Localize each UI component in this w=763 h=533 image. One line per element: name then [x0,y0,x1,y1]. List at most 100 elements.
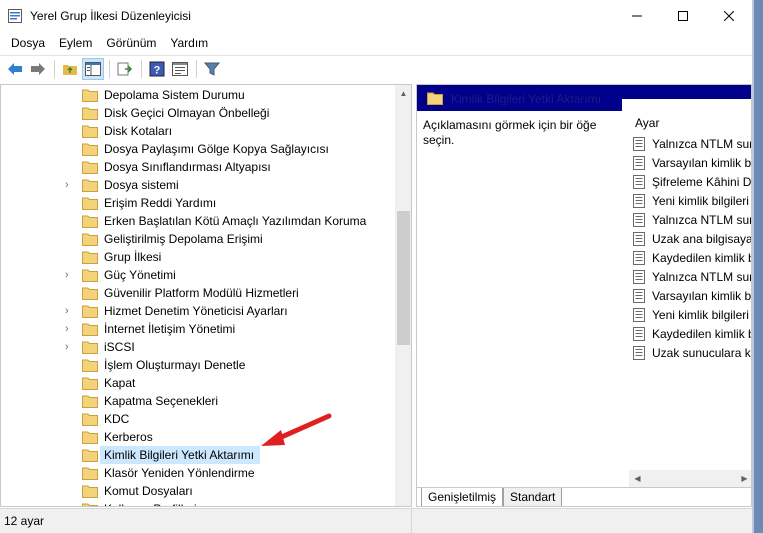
setting-label: Uzak ana bilgisayar [652,232,752,246]
tree-item[interactable]: › Dosya sistemi [1,176,395,194]
tree-item[interactable]: KDC [1,410,395,428]
folder-icon [82,358,98,372]
chevron-right-icon[interactable]: › [65,341,75,353]
tree-item[interactable]: Kerberos [1,428,395,446]
tree-item-label: Grup İlkesi [104,250,162,264]
menu-eylem[interactable]: Eylem [52,36,99,50]
setting-row[interactable]: Uzak sunuculara ki [633,344,752,362]
policy-setting-icon [633,270,645,284]
tree-item[interactable]: › Güç Yönetimi [1,266,395,284]
setting-row[interactable]: Yalnızca NTLM sun [633,211,751,229]
setting-column-header[interactable]: Ayar [635,116,659,130]
tree-item[interactable]: Güvenilir Platform Modülü Hizmetleri [1,284,395,302]
close-button[interactable] [706,0,752,32]
scroll-right-arrow-icon[interactable]: ▶ [736,470,751,487]
export-list-icon [117,62,133,75]
show-hide-tree-button[interactable] [82,57,104,80]
tree-item-label: İşlem Oluşturmayı Denetle [104,358,246,372]
tree-vertical-scrollbar[interactable]: ▲ [395,85,411,506]
chevron-right-icon[interactable]: › [65,305,75,317]
tree-item[interactable]: Geliştirilmiş Depolama Erişimi [1,230,395,248]
setting-row[interactable]: Yeni kimlik bilgileri [633,192,751,210]
tree-item[interactable]: Kapat [1,374,395,392]
setting-row[interactable]: Yeni kimlik bilgileri [633,306,751,324]
setting-row[interactable]: Varsayılan kimlik bi [633,154,752,172]
tree-item[interactable]: Kimlik Bilgileri Yetki Aktarımı [1,446,395,464]
back-arrow-icon [8,62,22,75]
filter-button[interactable] [201,58,223,80]
folder-icon [82,322,98,336]
menu-dosya[interactable]: Dosya [4,36,52,50]
scroll-up-arrow-icon[interactable]: ▲ [395,85,411,102]
folder-icon [82,376,98,390]
description-text: Açıklamasını görmek için bir öğe seçin. [423,118,597,147]
setting-row[interactable]: Yalnızca NTLM sun [633,268,751,286]
show-tree-icon [85,61,101,76]
settings-horizontal-scrollbar[interactable]: ◀ ▶ [629,470,751,487]
tree-item[interactable]: › Hizmet Denetim Yöneticisi Ayarları [1,302,395,320]
setting-label: Varsayılan kimlik bi [652,156,752,170]
minimize-button[interactable] [614,0,660,32]
setting-label: Yalnızca NTLM sun [652,137,752,151]
view-tabs: Genişletilmiş Standart [417,487,751,506]
policy-setting-icon [633,327,645,341]
tree-item-label: Erişim Reddi Yardımı [104,196,217,210]
maximize-button[interactable] [660,0,706,32]
chevron-right-icon[interactable]: › [65,323,75,335]
tree-item[interactable]: Disk Kotaları [1,122,395,140]
tree-item[interactable]: Grup İlkesi [1,248,395,266]
policy-editor-app-icon [8,9,22,23]
scrollbar-thumb[interactable] [397,211,410,345]
tree-item-label: Kapat [104,376,136,390]
setting-label: Yeni kimlik bilgileri [652,194,749,208]
forward-button[interactable] [27,58,49,80]
folder-icon [82,196,98,210]
export-list-button[interactable] [114,58,136,80]
menu-gorunum[interactable]: Görünüm [99,36,163,50]
tree-item[interactable]: Kullanıcı Profilleri [1,500,395,506]
tab-standard[interactable]: Standart [503,488,563,506]
policy-setting-icon [633,251,645,265]
tab-extended[interactable]: Genişletilmiş [421,488,504,506]
tree-item[interactable]: › İnternet İletişim Yönetimi [1,320,395,338]
setting-row[interactable]: Yalnızca NTLM sun [633,135,752,153]
tree-item[interactable]: Dosya Sınıflandırması Altyapısı [1,158,395,176]
chevron-right-icon[interactable]: › [65,179,75,191]
policy-setting-icon [633,308,645,322]
tree-item[interactable]: Klasör Yeniden Yönlendirme [1,464,395,482]
tree-item[interactable]: Disk Geçici Olmayan Önbelleği [1,104,395,122]
setting-row[interactable]: Kaydedilen kimlik b [633,249,751,267]
policy-setting-icon [633,175,645,189]
folder-icon [82,484,98,498]
tree-item[interactable]: Kapatma Seçenekleri [1,392,395,410]
properties-button[interactable] [169,58,191,80]
tree-item[interactable]: Erişim Reddi Yardımı [1,194,395,212]
menu-yardim[interactable]: Yardım [163,36,215,50]
status-cell: 12 ay​ar [0,509,412,533]
chevron-right-icon[interactable]: › [65,269,75,281]
setting-label: Uzak sunuculara ki [652,346,752,360]
tree-item[interactable]: Komut Dosyaları [1,482,395,500]
window-title: Yerel Grup İlkesi Düzenleyicisi [30,9,191,23]
toolbar-separator [109,59,110,78]
tree-item[interactable]: İşlem Oluşturmayı Denetle [1,356,395,374]
folder-icon [82,106,98,120]
settings-list: Ayar Yalnızca NTLM sun Varsayılan kimlik … [629,111,752,471]
setting-row[interactable]: Varsayılan kimlik bi [633,287,751,305]
up-level-button[interactable] [59,58,81,80]
tree-item[interactable]: Depolama Sistem Durumu [1,86,395,104]
svg-text:?: ? [154,64,161,76]
setting-row[interactable]: Kaydedilen kimlik b [633,325,751,343]
help-button[interactable]: ? [146,58,168,80]
scroll-left-arrow-icon[interactable]: ◀ [629,470,646,487]
setting-row[interactable]: Şifreleme Kâhini Dü [633,173,751,191]
tree-item[interactable]: › iSCSI [1,338,395,356]
folder-icon [82,466,98,480]
setting-label: Yeni kimlik bilgileri [652,308,749,322]
back-button[interactable] [4,58,26,80]
tree-item[interactable]: Dosya Paylaşımı Gölge Kopya Sağlayıcısı [1,140,395,158]
policy-tree: Depolama Sistem Durumu Disk Geçici Olmaya… [1,85,395,506]
tree-item[interactable]: Erken Başlatılan Kötü Amaçlı Yazılımdan … [1,212,395,230]
folder-icon [82,448,98,462]
setting-row[interactable]: Uzak ana bilgisayar [633,230,752,248]
